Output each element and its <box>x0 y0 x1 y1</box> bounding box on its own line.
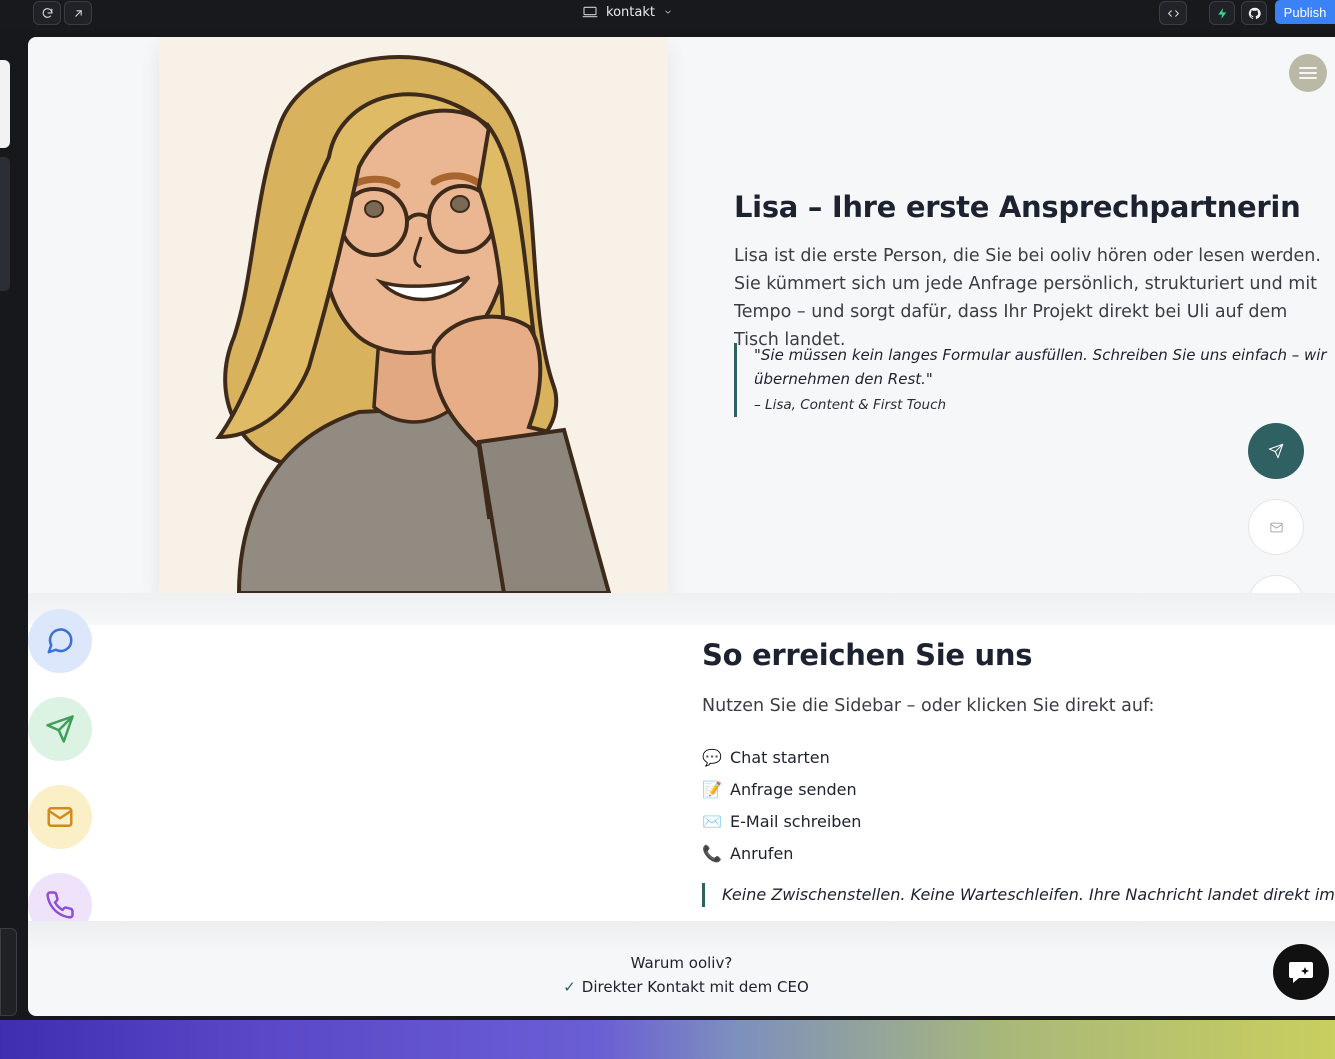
memo-icon: 📝 <box>702 779 722 799</box>
refresh-icon <box>42 7 52 18</box>
telephone-icon: 📞 <box>702 843 722 863</box>
mail-icon <box>47 807 73 827</box>
hamburger-menu-button[interactable] <box>1289 54 1327 92</box>
editor-topbar: kontakt Publish <box>0 0 1335 30</box>
phone-icon <box>46 891 74 919</box>
page-selector[interactable]: kontakt <box>582 3 673 21</box>
reach-list: 💬 Chat starten 📝 Anfrage senden ✉️ E-Mail s… <box>702 741 861 869</box>
section-divider <box>28 921 1335 953</box>
lisa-quote: "Sie müssen kein langes Formular ausfüll… <box>734 343 1329 417</box>
list-item-label: Anfrage senden <box>730 779 857 799</box>
reach-heading: So erreichen Sie uns <box>702 638 1033 672</box>
desktop-wallpaper-strip <box>0 1020 1335 1059</box>
speech-bubble-icon: 💬 <box>702 747 722 767</box>
chevron-down-icon <box>665 10 671 14</box>
floating-mail-button[interactable] <box>1248 499 1304 555</box>
supabase-button[interactable] <box>1209 1 1235 25</box>
code-icon <box>1167 9 1179 17</box>
sidebar-mail-button[interactable] <box>28 785 92 849</box>
sidebar-chat-button[interactable] <box>28 609 92 673</box>
monitor-icon <box>582 6 598 18</box>
why-heading: Warum ooliv? <box>630 954 733 972</box>
reach-subtitle: Nutzen Sie die Sidebar – oder klicken Si… <box>702 696 1155 716</box>
page-name: kontakt <box>606 4 655 20</box>
sidebar-send-button[interactable] <box>28 697 92 761</box>
bolt-icon <box>1217 7 1226 19</box>
rail-panel-light <box>0 60 10 148</box>
list-item[interactable]: 📞 Anrufen <box>702 837 861 869</box>
chat-icon <box>47 628 73 654</box>
mail-icon <box>1269 522 1283 532</box>
external-link-icon <box>74 9 82 17</box>
lisa-description: Lisa ist die erste Person, die Sie bei o… <box>734 246 1321 350</box>
publish-button[interactable]: Publish <box>1275 0 1335 24</box>
send-icon <box>1268 443 1284 459</box>
why-point-label: Direkter Kontakt mit dem CEO <box>581 978 809 996</box>
section-divider <box>28 593 1335 625</box>
preview-viewport: Lisa – Ihre erste Ansprechpartnerin Lisa… <box>28 37 1335 1016</box>
list-item[interactable]: 📝 Anfrage senden <box>702 773 861 805</box>
check-icon: ✓ <box>563 978 576 996</box>
floating-send-button[interactable] <box>1248 423 1304 479</box>
reach-section <box>28 625 1335 921</box>
list-item[interactable]: ✉️ E-Mail schreiben <box>702 805 861 837</box>
reach-note: Keine Zwischenstellen. Keine Warteschlei… <box>702 883 1335 907</box>
quote-text: "Sie müssen kein langes Formular ausfüll… <box>754 346 1327 388</box>
hamburger-icon <box>1299 67 1317 79</box>
rail-panel-dark <box>0 157 10 291</box>
why-point: ✓ Direkter Kontakt mit dem CEO <box>28 978 1335 996</box>
list-item[interactable]: 💬 Chat starten <box>702 741 861 773</box>
open-external-button[interactable] <box>64 1 92 25</box>
list-item-label: Anrufen <box>730 843 794 863</box>
chat-sparkle-icon <box>1289 962 1313 983</box>
send-icon <box>46 715 74 743</box>
chat-widget-button[interactable] <box>1273 944 1329 1000</box>
list-item-label: Chat starten <box>730 747 830 767</box>
lisa-heading: Lisa – Ihre erste Ansprechpartnerin <box>734 190 1301 224</box>
list-item-label: E-Mail schreiben <box>730 811 862 831</box>
lisa-portrait <box>159 37 668 593</box>
github-icon <box>1248 7 1261 19</box>
rail-panel-bottom <box>0 928 17 1016</box>
quote-author: – Lisa, Content & First Touch <box>754 397 947 413</box>
code-view-button[interactable] <box>1159 1 1187 25</box>
github-button[interactable] <box>1241 1 1267 25</box>
refresh-button[interactable] <box>33 1 61 25</box>
envelope-icon: ✉️ <box>702 811 722 831</box>
